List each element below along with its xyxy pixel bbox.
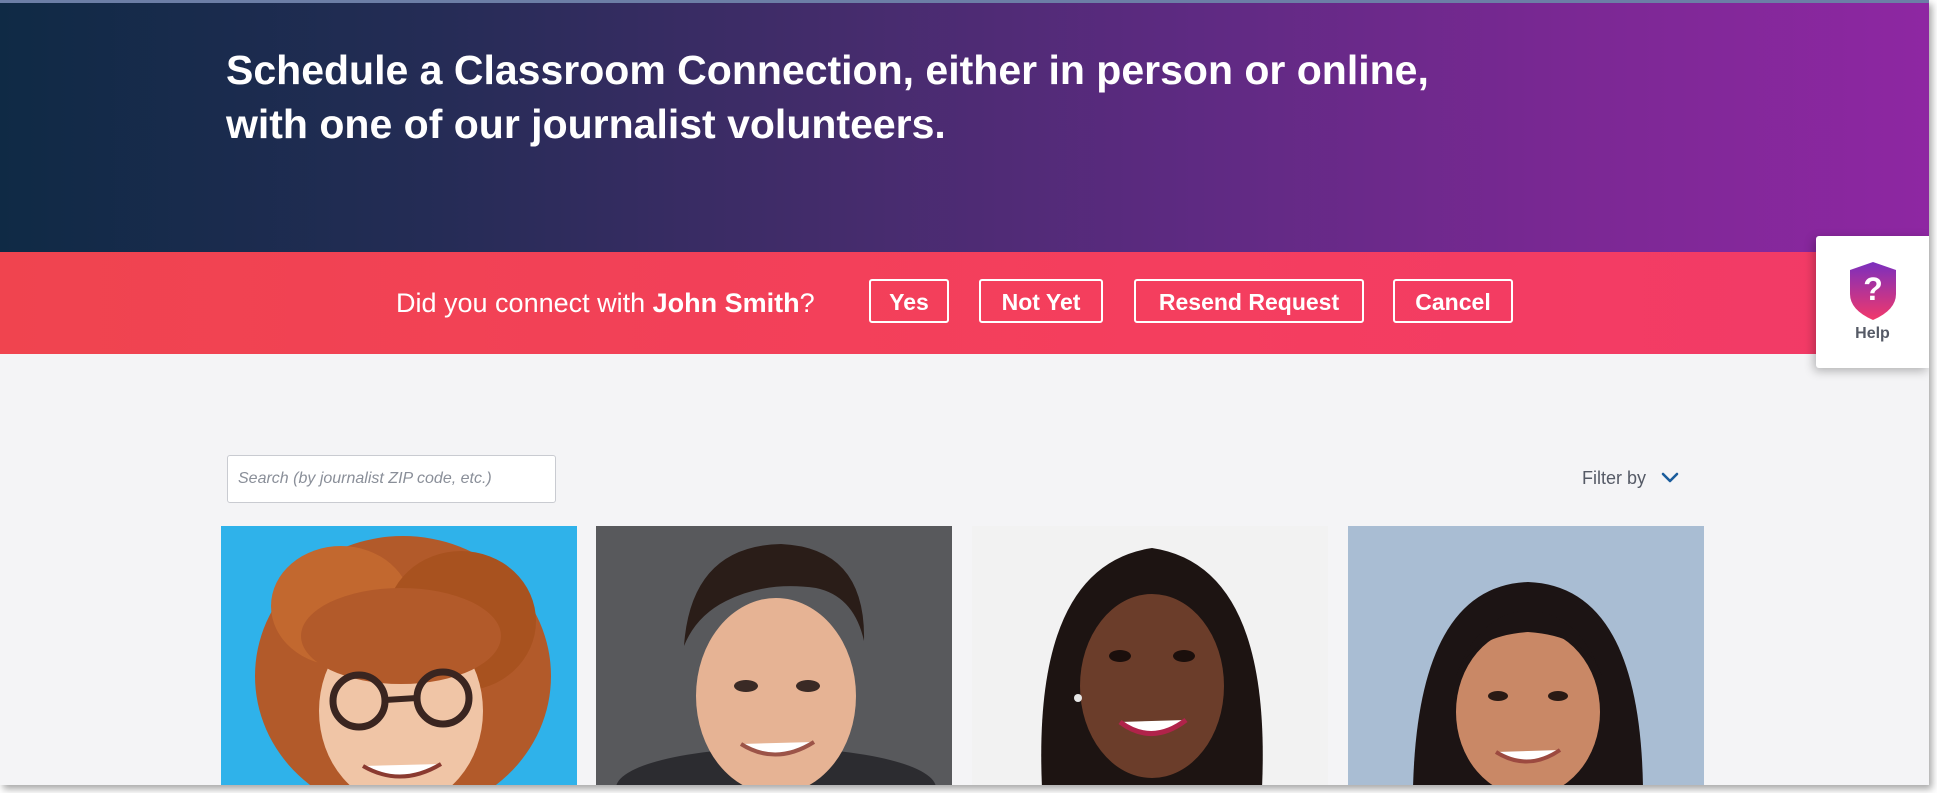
app-frame: Schedule a Classroom Connection, either … — [0, 0, 1929, 785]
hero-header: Schedule a Classroom Connection, either … — [0, 0, 1929, 252]
yes-button[interactable]: Yes — [869, 279, 949, 323]
filter-label: Filter by — [1582, 468, 1647, 488]
svg-text:?: ? — [1863, 271, 1883, 307]
journalist-photo-1 — [221, 526, 577, 785]
journalist-card[interactable] — [221, 526, 577, 785]
journalist-card[interactable] — [596, 526, 952, 785]
resend-request-button[interactable]: Resend Request — [1134, 279, 1364, 323]
help-button[interactable]: ? Help — [1816, 236, 1929, 368]
question-suffix: ? — [799, 288, 815, 318]
help-label: Help — [1855, 325, 1890, 342]
journalist-card[interactable] — [1348, 526, 1704, 785]
journalist-photo-3 — [972, 526, 1328, 785]
hero-title-line-1: Schedule a Classroom Connection, either … — [226, 47, 1429, 93]
question-prefix: Did you connect with — [396, 288, 653, 318]
help-shield-icon: ? — [1850, 262, 1896, 320]
search-input[interactable] — [227, 455, 556, 503]
journalist-name: John Smith — [652, 288, 800, 318]
chevron-down-icon — [1661, 472, 1679, 483]
cancel-button[interactable]: Cancel — [1393, 279, 1513, 323]
connection-prompt-banner: Did you connect with John Smith? Yes Not… — [0, 252, 1929, 354]
hero-title: Schedule a Classroom Connection, either … — [226, 43, 1626, 151]
journalist-photo-4 — [1348, 526, 1704, 785]
journalist-photo-2 — [596, 526, 952, 785]
connection-question: Did you connect with John Smith? — [396, 285, 815, 321]
hero-title-line-2: with one of our journalist volunteers. — [226, 101, 946, 147]
journalist-card[interactable] — [972, 526, 1328, 785]
filter-dropdown[interactable]: Filter by — [1582, 465, 1679, 491]
not-yet-button[interactable]: Not Yet — [979, 279, 1103, 323]
